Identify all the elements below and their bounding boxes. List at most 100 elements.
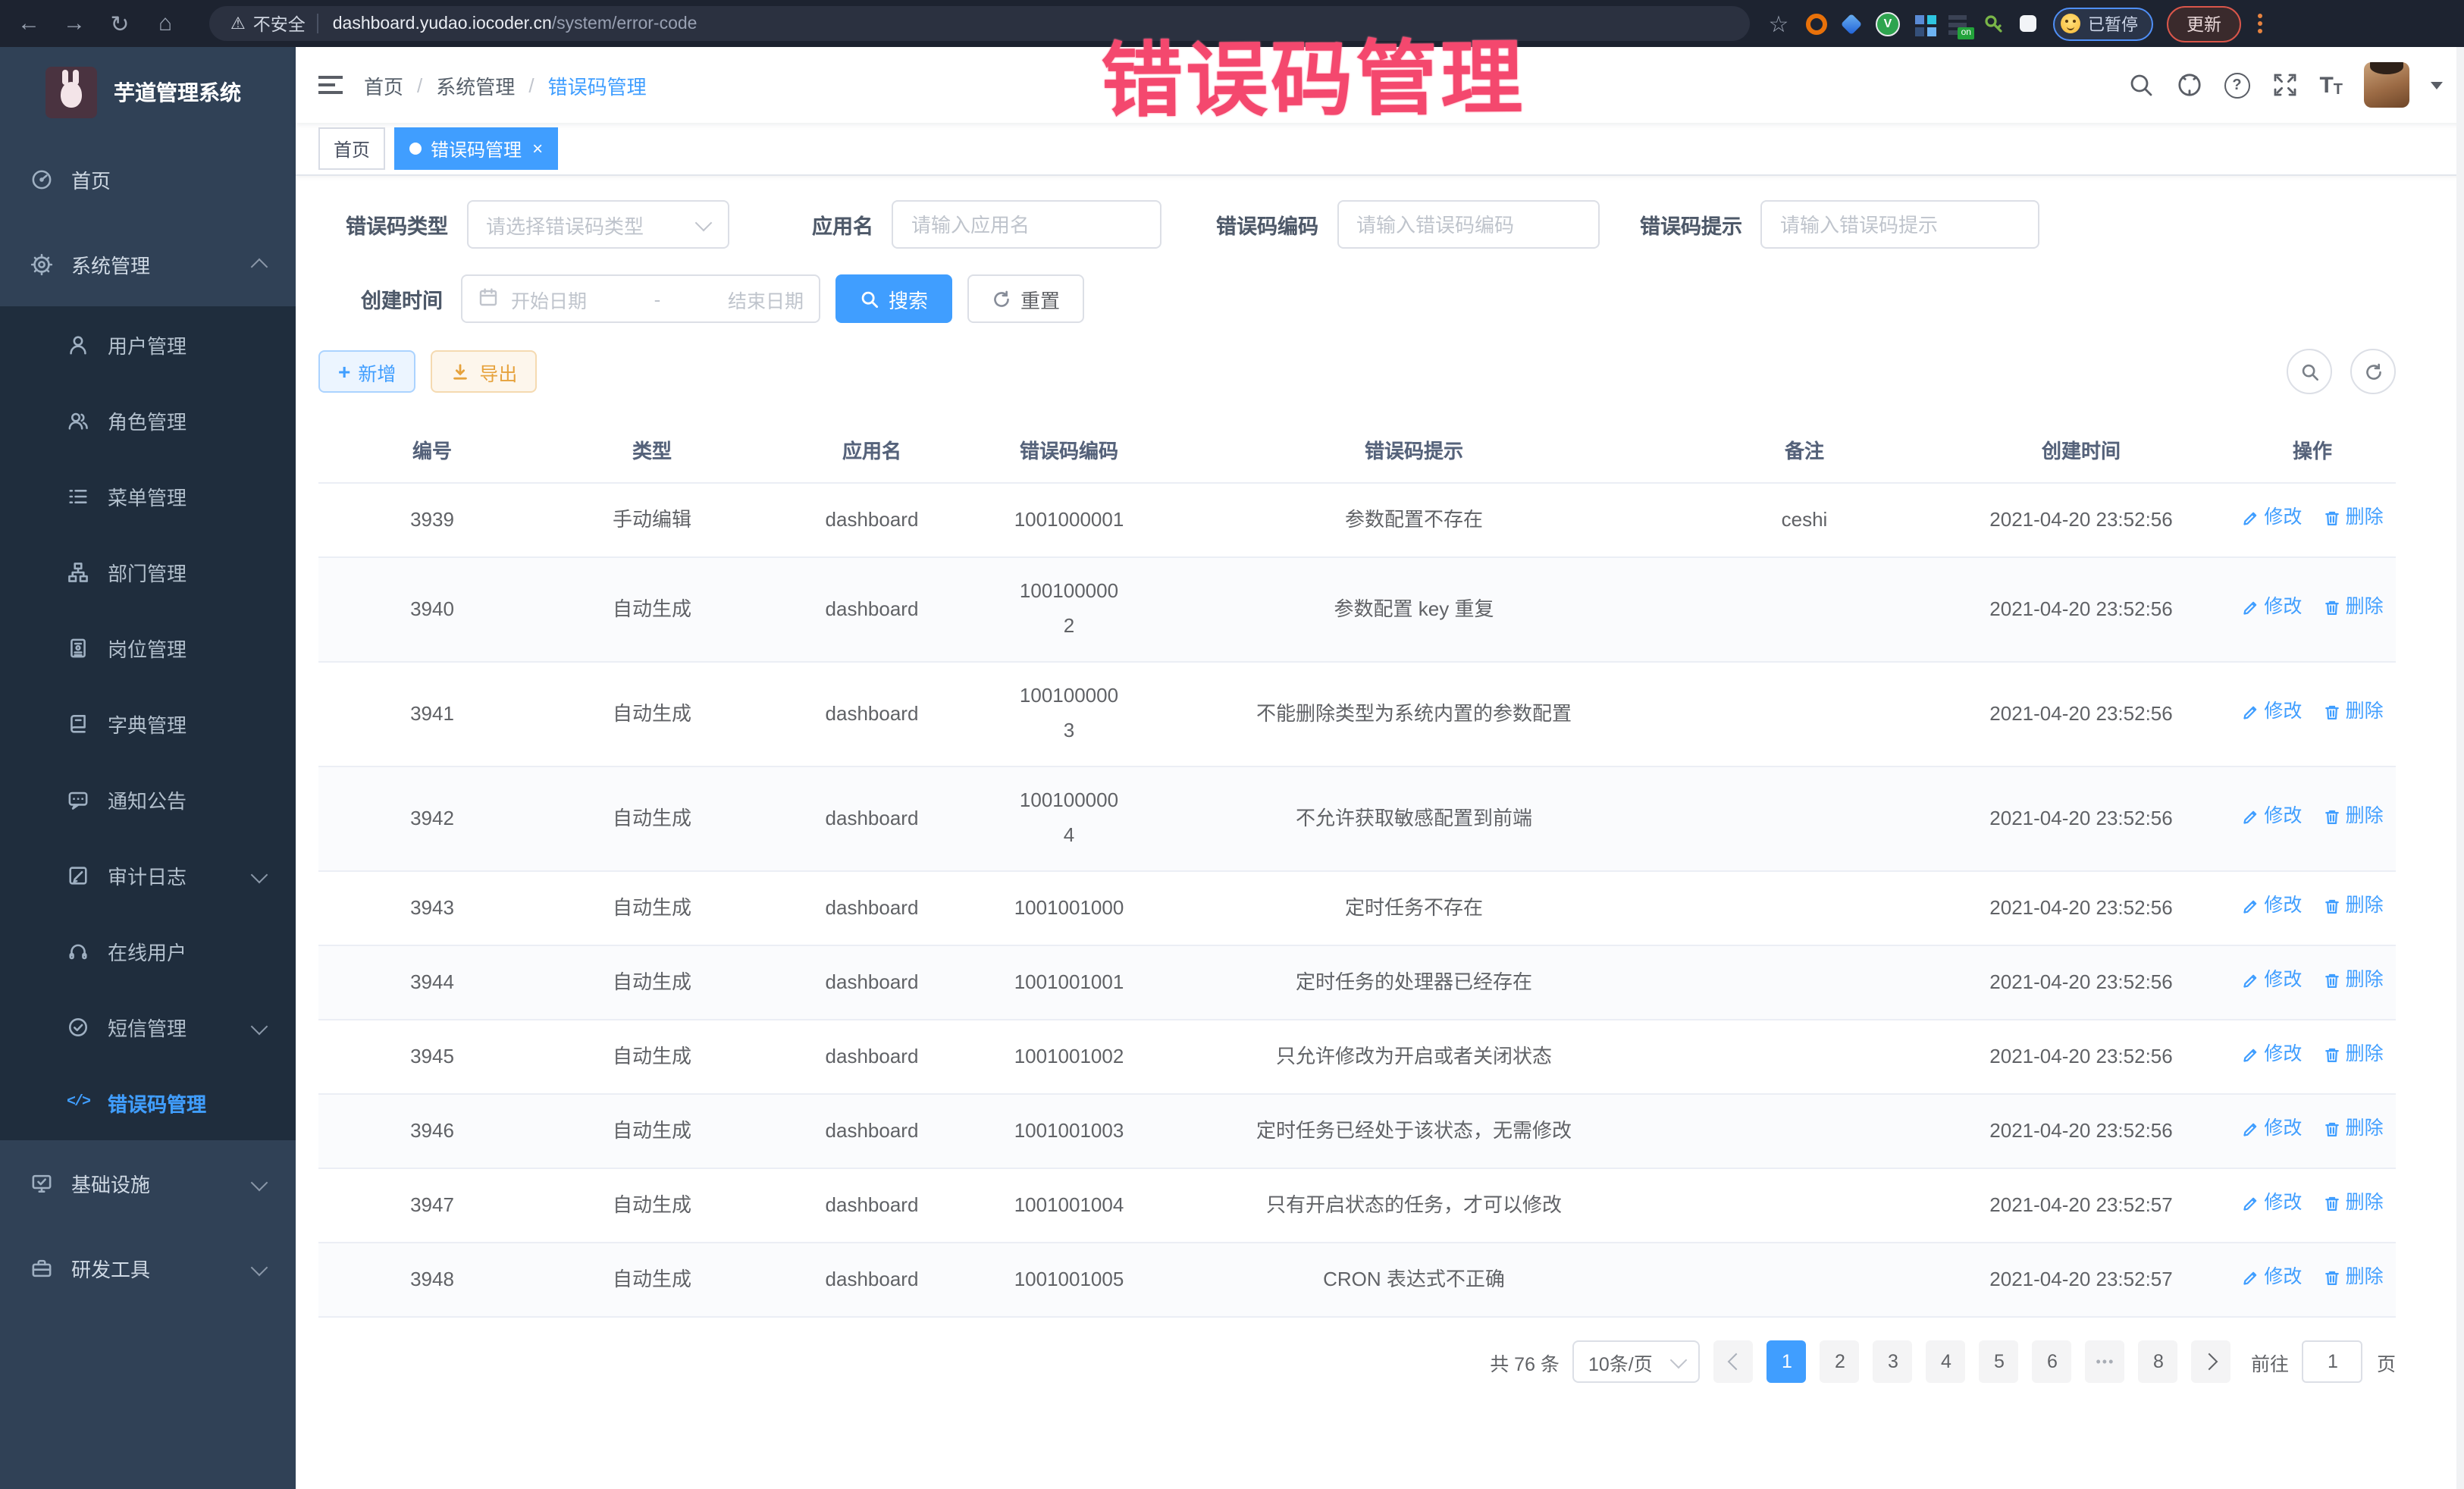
- fullscreen-icon[interactable]: [2271, 71, 2298, 99]
- breadcrumb-system[interactable]: 系统管理: [436, 71, 515, 99]
- search-icon[interactable]: [2127, 71, 2154, 99]
- error-type-select[interactable]: 请选择错误码类型: [466, 200, 729, 249]
- edit-link[interactable]: 修改: [2241, 591, 2302, 624]
- sidebar-item-roles[interactable]: 角色管理: [0, 382, 296, 458]
- error-code-input[interactable]: [1337, 200, 1599, 249]
- edit-link[interactable]: 修改: [2241, 1186, 2302, 1220]
- delete-link[interactable]: 删除: [2323, 800, 2384, 833]
- edit-link[interactable]: 修改: [2241, 889, 2302, 923]
- edit-link[interactable]: 修改: [2241, 1112, 2302, 1146]
- close-icon[interactable]: ×: [532, 139, 543, 158]
- sidebar-item-dictionary[interactable]: 字典管理: [0, 685, 296, 761]
- browser-reload-icon[interactable]: ↻: [97, 10, 143, 37]
- security-label[interactable]: 不安全: [253, 11, 306, 36]
- edit-link[interactable]: 修改: [2241, 501, 2302, 534]
- extension-icon-grid[interactable]: [1914, 13, 1935, 34]
- page-button-3[interactable]: 3: [1873, 1340, 1913, 1383]
- browser-forward-icon[interactable]: →: [52, 11, 97, 36]
- delete-link[interactable]: 删除: [2323, 964, 2384, 997]
- delete-link[interactable]: 删除: [2323, 501, 2384, 534]
- more-pages-button[interactable]: •••: [2086, 1340, 2125, 1383]
- delete-link[interactable]: 删除: [2323, 1186, 2384, 1220]
- sidebar-item-sms[interactable]: 短信管理: [0, 989, 296, 1064]
- page-size-select[interactable]: 10条/页: [1573, 1340, 1701, 1383]
- extension-icon-gem[interactable]: [1841, 13, 1862, 34]
- delete-link[interactable]: 删除: [2323, 1112, 2384, 1146]
- delete-link[interactable]: 删除: [2323, 591, 2384, 624]
- edit-link[interactable]: 修改: [2241, 695, 2302, 729]
- tag-error-code[interactable]: 错误码管理 ×: [394, 127, 558, 170]
- page-button-2[interactable]: 2: [1820, 1340, 1860, 1383]
- chevron-left-icon: [1728, 1353, 1745, 1371]
- table-row: 3948 自动生成 dashboard 1001001005 CRON 表达式不…: [318, 1243, 2396, 1317]
- extension-icon-list[interactable]: on: [1948, 13, 1970, 34]
- extension-icon-key[interactable]: [1983, 13, 2005, 34]
- delete-link[interactable]: 删除: [2323, 1038, 2384, 1071]
- scrollbar[interactable]: [2456, 47, 2464, 1489]
- sidebar-item-home[interactable]: 首页: [0, 136, 296, 221]
- create-time-range-picker[interactable]: 开始日期 - 结束日期: [461, 274, 820, 323]
- extensions-puzzle-icon[interactable]: [2018, 13, 2039, 34]
- tag-home[interactable]: 首页: [318, 127, 385, 170]
- sidebar: 芋道管理系统 首页 系统管理 用户管理 角色管理: [0, 47, 296, 1489]
- app-name-input[interactable]: [892, 200, 1161, 249]
- help-icon[interactable]: ?: [2224, 72, 2249, 98]
- browser-back-icon[interactable]: ←: [6, 11, 52, 36]
- profile-paused-badge[interactable]: 已暂停: [2053, 7, 2153, 40]
- sidebar-item-menus[interactable]: 菜单管理: [0, 458, 296, 534]
- sidebar-item-online-users[interactable]: 在线用户: [0, 913, 296, 989]
- table-row: 3944 自动生成 dashboard 1001001001 定时任务的处理器已…: [318, 945, 2396, 1020]
- pencil-icon: [2241, 1120, 2259, 1138]
- avatar[interactable]: [2364, 62, 2409, 108]
- refresh-table-button[interactable]: [2350, 349, 2396, 394]
- search-button[interactable]: 搜索: [835, 274, 952, 323]
- sidebar-item-error-code[interactable]: </> 错误码管理: [0, 1064, 296, 1140]
- app-logo-row[interactable]: 芋道管理系统: [0, 47, 296, 136]
- browser-home-icon[interactable]: ⌂: [143, 11, 188, 36]
- download-icon: [450, 362, 470, 381]
- page-button-6[interactable]: 6: [2033, 1340, 2072, 1383]
- browser-update-button[interactable]: 更新: [2167, 5, 2241, 42]
- browser-menu-icon[interactable]: [2258, 14, 2262, 33]
- bookmark-star-icon[interactable]: ☆: [1765, 10, 1792, 37]
- extension-icon-orange[interactable]: [1806, 13, 1827, 34]
- next-page-button[interactable]: [2192, 1340, 2231, 1383]
- page-button-1[interactable]: 1: [1767, 1340, 1807, 1383]
- page-button-4[interactable]: 4: [1926, 1340, 1966, 1383]
- breadcrumb-home[interactable]: 首页: [364, 71, 403, 99]
- add-button[interactable]: + 新增: [318, 350, 415, 393]
- sidebar-item-users[interactable]: 用户管理: [0, 306, 296, 382]
- toggle-search-button[interactable]: [2287, 349, 2332, 394]
- sidebar-item-infrastructure[interactable]: 基础设施: [0, 1140, 296, 1225]
- extension-icon-green-v[interactable]: V: [1876, 11, 1900, 36]
- avatar-caret-icon[interactable]: [2431, 81, 2443, 89]
- error-hint-input[interactable]: [1760, 200, 2039, 249]
- hamburger-icon[interactable]: [318, 71, 343, 99]
- edit-link[interactable]: 修改: [2241, 1038, 2302, 1071]
- trash-icon: [2323, 1268, 2341, 1287]
- delete-link[interactable]: 删除: [2323, 695, 2384, 729]
- edit-link[interactable]: 修改: [2241, 964, 2302, 997]
- sidebar-item-audit-log[interactable]: 审计日志: [0, 837, 296, 913]
- table-header-row: 编号 类型 应用名 错误码编码 错误码提示 备注 创建时间 操作: [318, 415, 2396, 483]
- font-size-icon[interactable]: TT: [2319, 72, 2343, 98]
- sidebar-item-notices[interactable]: 通知公告: [0, 761, 296, 837]
- paused-label: 已暂停: [2088, 11, 2138, 36]
- github-icon[interactable]: [2175, 71, 2202, 99]
- delete-link[interactable]: 删除: [2323, 1261, 2384, 1294]
- goto-page-input[interactable]: [2303, 1340, 2363, 1383]
- page-button-8[interactable]: 8: [2139, 1340, 2178, 1383]
- sidebar-item-system[interactable]: 系统管理: [0, 221, 296, 306]
- sidebar-item-departments[interactable]: 部门管理: [0, 534, 296, 610]
- page-button-5[interactable]: 5: [1980, 1340, 2019, 1383]
- reset-button[interactable]: 重置: [967, 274, 1084, 323]
- delete-link[interactable]: 删除: [2323, 889, 2384, 923]
- edit-link[interactable]: 修改: [2241, 1261, 2302, 1294]
- edit-link[interactable]: 修改: [2241, 800, 2302, 833]
- export-button[interactable]: 导出: [431, 350, 537, 393]
- prev-page-button[interactable]: [1714, 1340, 1754, 1383]
- sidebar-item-dev-tools[interactable]: 研发工具: [0, 1225, 296, 1310]
- code-icon: </>: [67, 1094, 89, 1111]
- sidebar-item-posts[interactable]: 岗位管理: [0, 610, 296, 685]
- trash-icon: [2323, 807, 2341, 826]
